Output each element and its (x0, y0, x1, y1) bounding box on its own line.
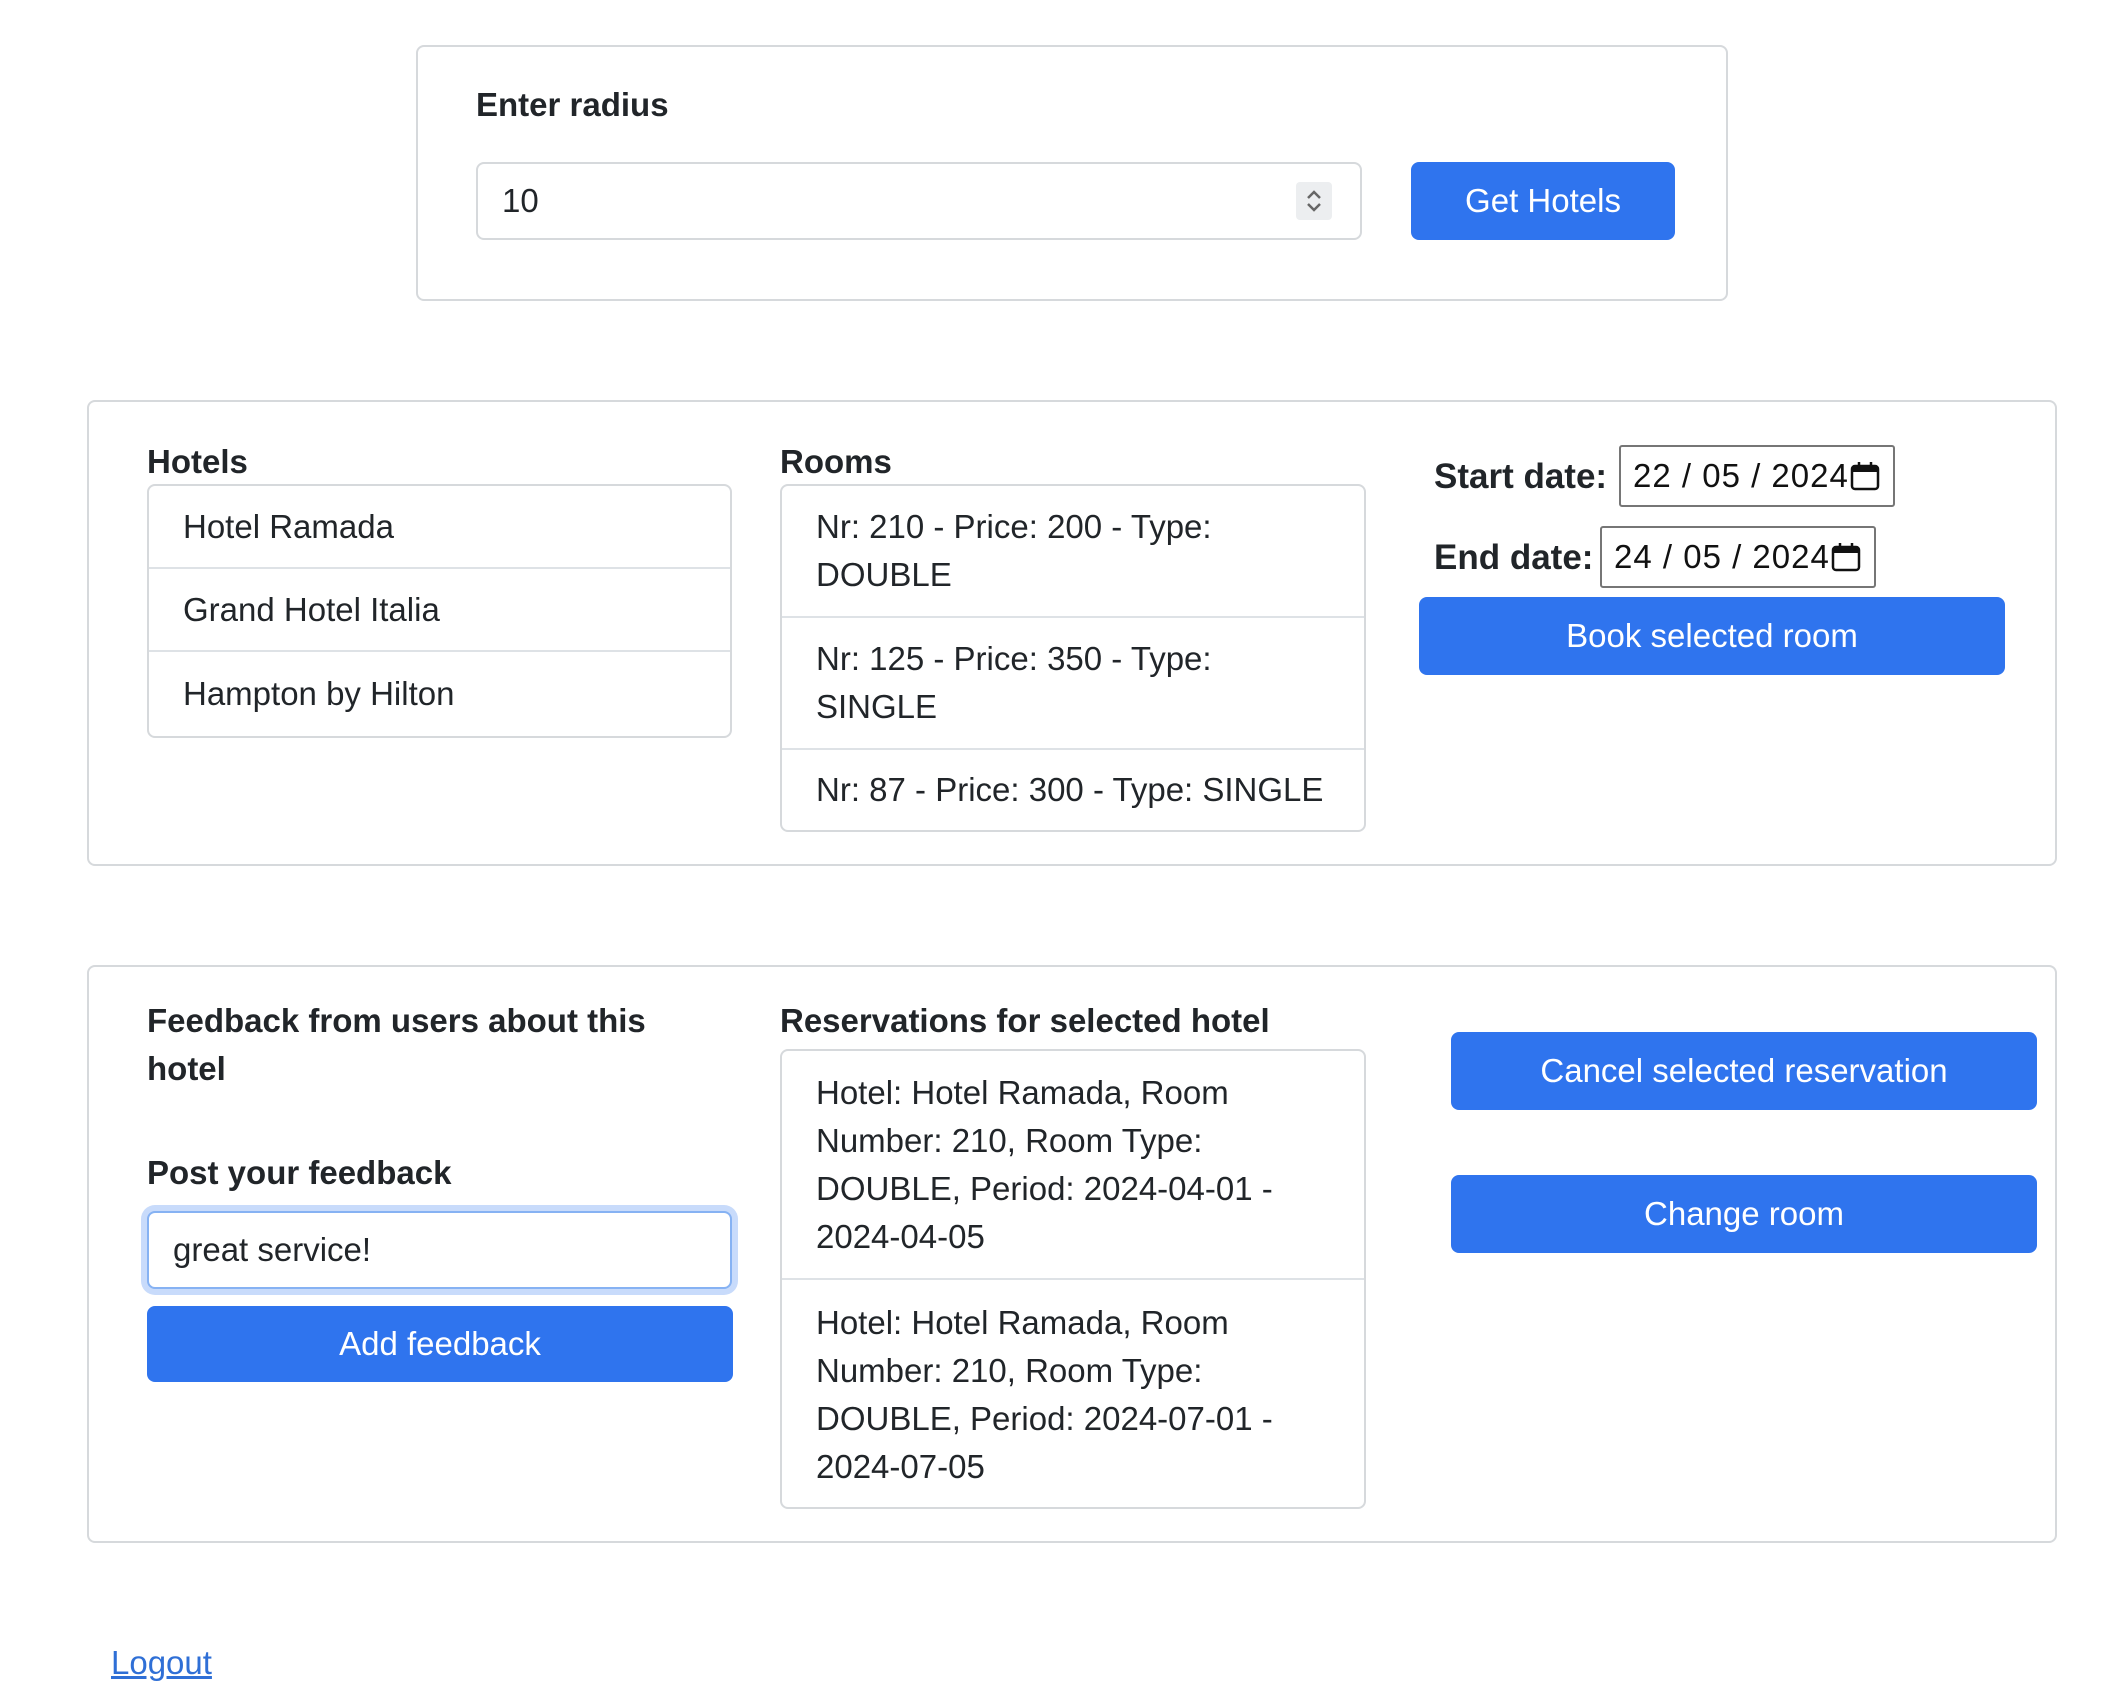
start-date-input[interactable]: 22 / 05 / 2024 (1619, 445, 1895, 507)
number-spinner[interactable] (1296, 182, 1332, 220)
hotel-item-label: Hampton by Hilton (183, 675, 455, 712)
reservation-item[interactable]: Hotel: Hotel Ramada, Room Number: 210, R… (782, 1280, 1364, 1507)
change-room-button[interactable]: Change room (1451, 1175, 2037, 1253)
radius-input[interactable]: 10 (476, 162, 1362, 240)
cancel-reservation-button[interactable]: Cancel selected reservation (1451, 1032, 2037, 1110)
radius-label: Enter radius (476, 86, 669, 123)
hotel-item-label: Hotel Ramada (183, 507, 394, 545)
reservation-item[interactable]: Hotel: Hotel Ramada, Room Number: 210, R… (782, 1051, 1364, 1280)
book-room-button[interactable]: Book selected room (1419, 597, 2005, 675)
start-date-value: 22 / 05 / 2024 (1633, 457, 1849, 494)
feedback-reservations-card: Feedback from users about this hotel Pos… (87, 965, 2057, 1543)
start-date-label: Start date: (1434, 457, 1608, 496)
spinner-arrows-icon (1307, 190, 1321, 212)
hotel-item[interactable]: Grand Hotel Italia (149, 569, 730, 652)
radius-value: 10 (502, 182, 539, 219)
radius-card: Enter radius 10 Get Hotels (416, 45, 1728, 301)
room-item-label: Nr: 210 - Price: 200 - Type: DOUBLE (816, 508, 1212, 593)
feedback-input[interactable]: great service! (147, 1211, 732, 1289)
room-item[interactable]: Nr: 87 - Price: 300 - Type: SINGLE (782, 750, 1364, 830)
room-item[interactable]: Nr: 210 - Price: 200 - Type: DOUBLE (782, 486, 1364, 618)
rooms-heading: Rooms (780, 443, 892, 480)
calendar-icon[interactable] (1849, 460, 1881, 492)
reservation-item-label: Hotel: Hotel Ramada, Room Number: 210, R… (816, 1073, 1273, 1255)
rooms-list: Nr: 210 - Price: 200 - Type: DOUBLE Nr: … (780, 484, 1366, 832)
hotel-item-label: Grand Hotel Italia (183, 590, 440, 628)
end-date-value: 24 / 05 / 2024 (1614, 538, 1830, 575)
get-hotels-button[interactable]: Get Hotels (1411, 162, 1675, 240)
add-feedback-button[interactable]: Add feedback (147, 1306, 733, 1382)
room-item-label: Nr: 87 - Price: 300 - Type: SINGLE (816, 771, 1324, 808)
reservations-list: Hotel: Hotel Ramada, Room Number: 210, R… (780, 1049, 1366, 1509)
reservations-heading: Reservations for selected hotel (780, 1002, 1270, 1039)
logout-link[interactable]: Logout (111, 1644, 212, 1682)
calendar-icon[interactable] (1830, 541, 1862, 573)
hotels-list: Hotel Ramada Grand Hotel Italia Hampton … (147, 484, 732, 738)
hotels-heading: Hotels (147, 443, 248, 480)
end-date-input[interactable]: 24 / 05 / 2024 (1600, 526, 1876, 588)
room-item[interactable]: Nr: 125 - Price: 350 - Type: SINGLE (782, 618, 1364, 750)
feedback-input-value: great service! (173, 1231, 372, 1268)
end-date-label: End date: (1434, 538, 1594, 577)
hotels-rooms-card: Hotels Hotel Ramada Grand Hotel Italia H… (87, 400, 2057, 866)
hotel-item[interactable]: Hampton by Hilton (149, 652, 730, 736)
post-feedback-heading: Post your feedback (147, 1154, 452, 1191)
room-item-label: Nr: 125 - Price: 350 - Type: SINGLE (816, 640, 1212, 725)
feedback-heading: Feedback from users about this hotel (147, 1002, 646, 1087)
hotel-item[interactable]: Hotel Ramada (149, 486, 730, 569)
reservation-item-label: Hotel: Hotel Ramada, Room Number: 210, R… (816, 1303, 1273, 1485)
